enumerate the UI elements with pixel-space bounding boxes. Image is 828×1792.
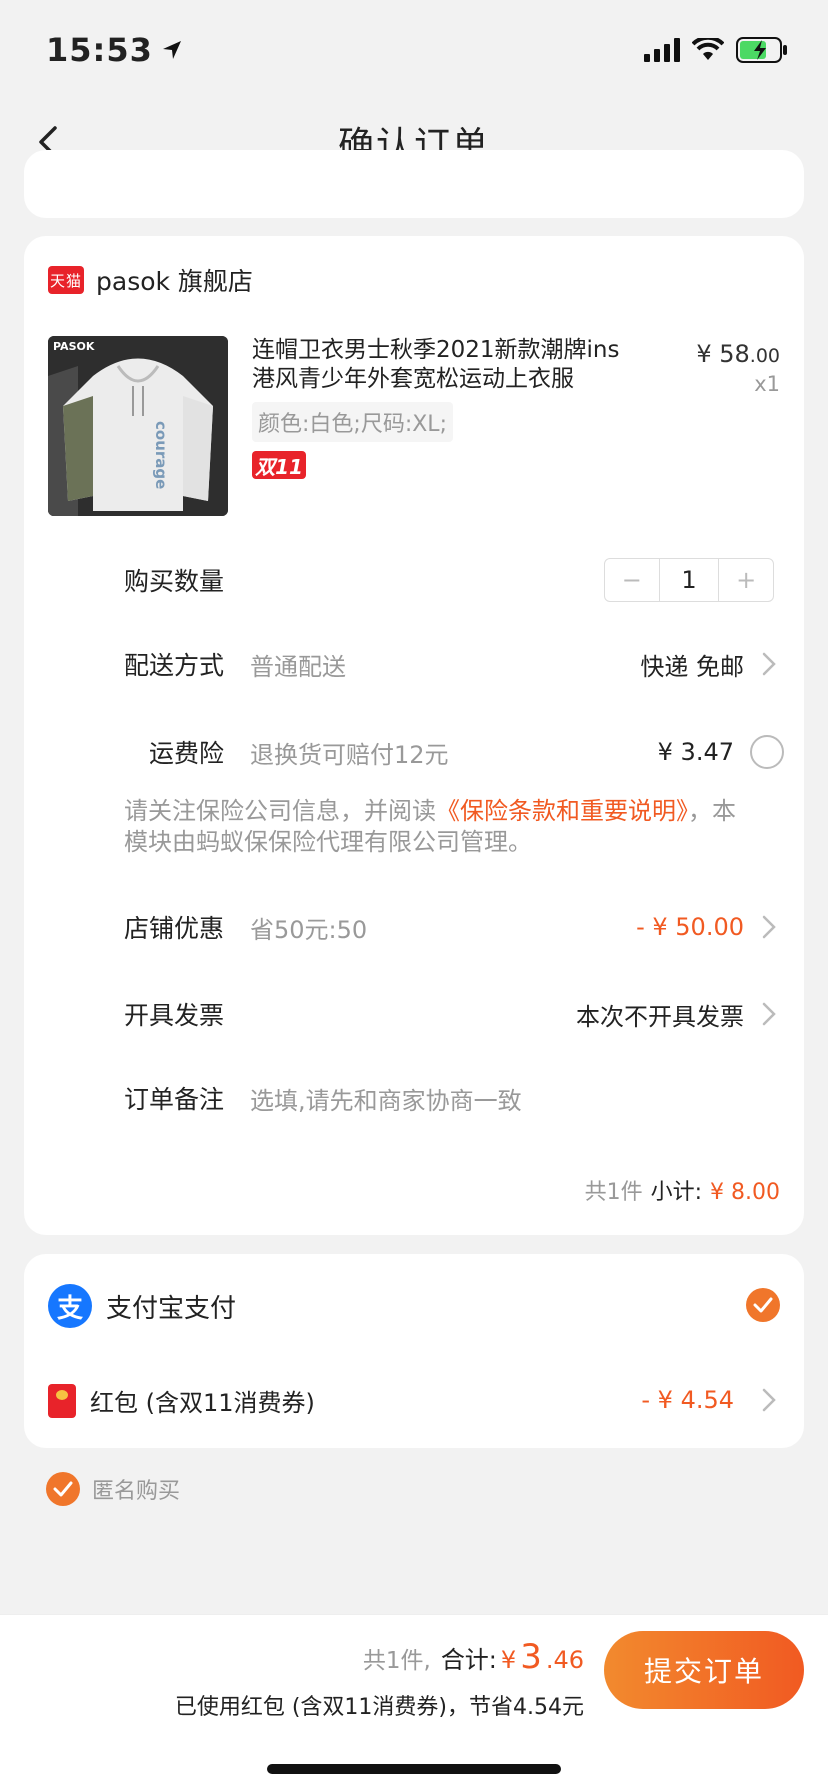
payment-card: 支 支付宝支付 红包 (含双11消费券) - ¥ 4.54 (24, 1254, 804, 1448)
store-discount-row[interactable]: 店铺优惠 省50元:50 - ¥ 50.00 (24, 902, 804, 952)
product-title[interactable]: 连帽卫衣男士秋季2021新款潮牌ins港风青少年外套宽松运动上衣服 (252, 336, 632, 394)
remark-input[interactable]: 选填,请先和商家协商一致 (250, 1081, 522, 1116)
anonymous-label: 匿名购买 (92, 1479, 181, 1504)
store-row[interactable]: 天猫 pasok 旗舰店 (48, 262, 253, 298)
delivery-desc: 普通配送 (250, 652, 346, 681)
delivery-row[interactable]: 配送方式 普通配送 快递 免邮 (24, 639, 804, 689)
alipay-icon: 支 (48, 1284, 92, 1328)
total-line: 共1件, 合计: ¥ 3.46 (363, 1637, 584, 1677)
location-arrow-icon (162, 41, 181, 59)
subtotal-row: 共1件 小计: ¥ 8.00 (585, 1174, 780, 1206)
clock: 15:53 (46, 31, 153, 69)
remark-row[interactable]: 订单备注 选填,请先和商家协商一致 (24, 1073, 804, 1123)
battery-charging-icon (736, 37, 787, 63)
store-discount-desc: 省50元:50 (250, 915, 368, 944)
quantity-stepper: − 1 + (604, 558, 774, 602)
store-discount-label: 店铺优惠 (123, 914, 224, 943)
alipay-check-icon[interactable] (746, 1288, 780, 1322)
hoodie-image: PASOK courage (48, 336, 228, 516)
image-brand-text: PASOK (53, 340, 95, 353)
total-int: 3 (520, 1637, 542, 1677)
insurance-note: 请关注保险公司信息，并阅读《保险条款和重要说明》，本模块由蚂蚁保保险代理有限公司… (124, 796, 744, 858)
insurance-desc: 退换货可赔付12元 (250, 740, 449, 769)
invoice-label: 开具发票 (123, 1001, 224, 1030)
alipay-row[interactable]: 支 支付宝支付 (48, 1284, 236, 1328)
product-price: ¥ 58.00 (696, 340, 780, 368)
qty-minus-button[interactable]: − (605, 559, 659, 601)
total-label: 合计: (440, 1646, 497, 1674)
insurance-radio[interactable] (750, 735, 784, 769)
anonymous-check-icon[interactable] (46, 1472, 80, 1506)
status-icons (644, 37, 788, 63)
image-print-text: courage (152, 421, 170, 489)
insurance-value: ¥ 3.47 (657, 738, 734, 766)
qty-value[interactable]: 1 (658, 559, 720, 601)
product-quantity: x1 (754, 372, 780, 396)
qty-plus-button[interactable]: + (719, 559, 773, 601)
alipay-label: 支付宝支付 (106, 1293, 237, 1324)
home-indicator[interactable] (267, 1764, 561, 1774)
redpacket-row[interactable]: 红包 (含双11消费券) (48, 1383, 315, 1418)
saving-line: 已使用红包 (含双11消费券)，节省4.54元 (174, 1695, 584, 1720)
invoice-row[interactable]: 开具发票 本次不开具发票 (24, 989, 804, 1039)
store-name: pasok 旗舰店 (96, 267, 253, 296)
submit-order-button[interactable]: 提交订单 (604, 1631, 804, 1709)
chevron-right-icon (758, 1002, 780, 1026)
insurance-label: 运费险 (148, 739, 224, 768)
store-discount-value: - ¥ 50.00 (636, 913, 744, 941)
total-currency: ¥ (500, 1646, 517, 1674)
double11-tag: 双11 (252, 451, 306, 479)
total-count: 共1件, (362, 1648, 431, 1674)
delivery-label: 配送方式 (123, 651, 224, 680)
red-packet-icon (48, 1383, 76, 1418)
delivery-value: 快递 免邮 (640, 652, 744, 681)
redpacket-value: - ¥ 4.54 (641, 1386, 734, 1414)
status-time: 15:53 (46, 31, 183, 69)
price-main: ¥ 58 (696, 340, 750, 368)
insurance-row: 运费险 退换货可赔付12元 ¥ 3.47 (24, 727, 804, 777)
signal-icon (644, 38, 680, 62)
invoice-value: 本次不开具发票 (576, 1002, 744, 1031)
price-decimal: .00 (749, 345, 780, 367)
chevron-right-icon (758, 915, 780, 939)
total-dec: .46 (545, 1646, 584, 1674)
subtotal-label: 小计: (650, 1180, 703, 1205)
remark-label: 订单备注 (123, 1085, 224, 1114)
status-bar: 15:53 (0, 0, 828, 100)
insurance-note-prefix: 请关注保险公司信息，并阅读 (124, 797, 436, 825)
address-card-stub[interactable] (24, 150, 804, 218)
purchase-qty-label: 购买数量 (123, 567, 224, 596)
subtotal-count: 共1件 (584, 1180, 643, 1205)
subtotal-value: ¥ 8.00 (710, 1180, 780, 1205)
chevron-right-icon (758, 652, 780, 676)
product-spec: 颜色:白色;尺码:XL; (252, 402, 453, 442)
product-image[interactable]: PASOK courage (48, 336, 228, 516)
wifi-icon (692, 38, 724, 60)
tmall-logo: 天猫 (48, 266, 84, 294)
order-card: 天猫 pasok 旗舰店 PASOK courage 连帽卫衣男士秋季2021新… (24, 236, 804, 1235)
insurance-terms-link[interactable]: 《保险条款和重要说明》 (436, 797, 688, 825)
redpacket-label: 红包 (含双11消费券) (90, 1389, 315, 1417)
chevron-right-icon (758, 1388, 780, 1412)
anonymous-purchase-row[interactable]: 匿名购买 (46, 1472, 180, 1506)
